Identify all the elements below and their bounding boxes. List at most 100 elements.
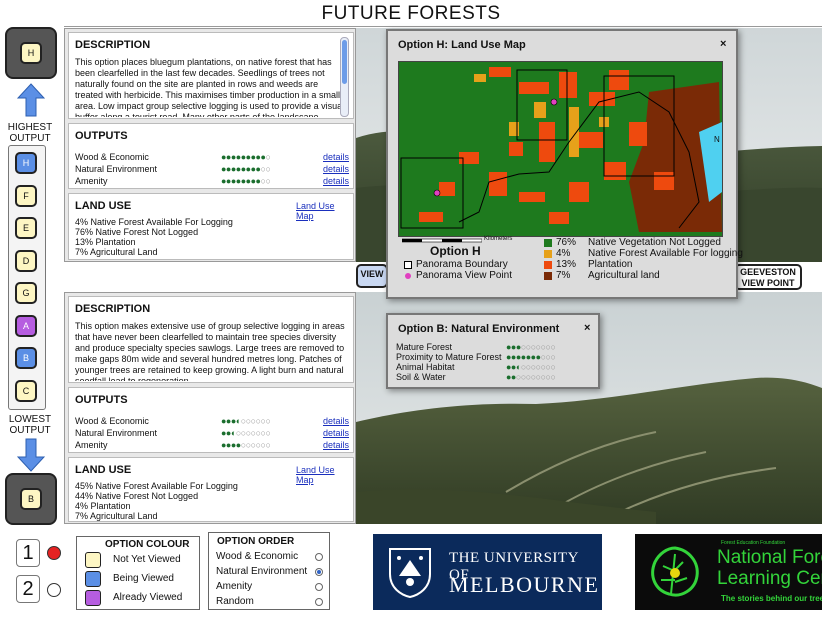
legend-swatch	[544, 271, 552, 280]
option-b-button[interactable]: B	[15, 347, 37, 369]
outputs-card: OUTPUTS Wood & Economic ●●●◐○○○○○○ details…	[68, 387, 354, 453]
score-dots: ●●◐○○○○○○○	[221, 428, 271, 438]
output-label: Wood & Economic	[75, 416, 149, 426]
land-use-line: 4% Native Forest Available For Logging	[75, 217, 233, 227]
map-option-label: Option H	[430, 244, 481, 258]
land-use-line: 76% Native Forest Not Logged	[75, 227, 199, 237]
order-radio[interactable]	[315, 583, 323, 591]
scale-label: Kilometers	[484, 236, 513, 242]
option-e-button[interactable]: E	[15, 217, 37, 239]
colour-key-label: Being Viewed	[113, 573, 174, 584]
legend-label: Agricultural land	[588, 270, 660, 281]
outputs-heading: OUTPUTS	[75, 394, 128, 406]
score-dots: ●●●●●●●●○○	[221, 164, 271, 174]
option-order-box: OPTION ORDER Wood & Economic Natural Envi…	[208, 532, 330, 610]
option-d-button[interactable]: D	[15, 249, 37, 272]
logo-tagline: The stories behind our trees	[721, 594, 822, 603]
scroll-thumb[interactable]	[342, 40, 347, 84]
description-card: DESCRIPTION This option makes extensive …	[68, 296, 354, 383]
land-use-line: 44% Native Forest Not Logged	[75, 491, 199, 501]
colour-key-swatch	[85, 590, 101, 606]
land-use-map-image	[399, 62, 722, 236]
view-point-button-left[interactable]: VIEW	[356, 264, 388, 288]
app-title: FUTURE FORESTS	[321, 3, 501, 24]
empty-dot-icon	[47, 583, 61, 597]
details-link[interactable]: details	[323, 416, 349, 426]
colour-key-swatch	[85, 571, 101, 587]
logo-line: MELBOURNE	[449, 572, 600, 597]
description-heading: DESCRIPTION	[75, 39, 151, 51]
option-order-heading: OPTION ORDER	[217, 536, 295, 547]
boundary-swatch	[404, 260, 412, 269]
legend-label: Plantation	[588, 259, 633, 270]
option-a-button[interactable]: A	[15, 314, 37, 337]
output-label: Natural Environment	[75, 428, 158, 438]
highest-output-label: HIGHEST OUTPUT	[7, 122, 53, 144]
details-link[interactable]: details	[323, 176, 349, 186]
order-radio[interactable]	[315, 598, 323, 606]
land-use-map-link[interactable]: Land Use Map	[296, 465, 353, 485]
legend-label: Native Vegetation Not Logged	[588, 237, 721, 248]
bottom-option-badge: B	[20, 488, 42, 510]
legend-swatch	[544, 249, 552, 258]
bottom-option-slot[interactable]: B	[5, 473, 57, 525]
red-dot-icon	[47, 546, 61, 560]
option-c-button[interactable]: C	[15, 379, 37, 402]
details-link[interactable]: details	[323, 152, 349, 162]
details-link[interactable]: details	[323, 428, 349, 438]
score-dots: ●●●●●●●●●○	[221, 152, 271, 162]
output-label: Amenity	[75, 176, 108, 186]
close-icon[interactable]: ×	[584, 322, 590, 334]
order-option-label: Natural Environment	[216, 566, 308, 577]
legend-pct: 4%	[556, 248, 571, 259]
legend-pct: 13%	[556, 259, 577, 270]
legend-pct: 7%	[556, 270, 571, 281]
order-option-label: Wood & Economic	[216, 551, 299, 562]
land-use-line: 13% Plantation	[75, 237, 136, 247]
land-use-map-link[interactable]: Land Use Map	[296, 201, 353, 221]
natural-environment-popup[interactable]: Option B: Natural Environment × Mature F…	[386, 313, 600, 389]
details-link[interactable]: details	[323, 440, 349, 450]
option-g-button[interactable]: G	[15, 282, 37, 304]
output-label: Natural Environment	[75, 164, 158, 174]
legend-not-logged: 76% Native Vegetation Not Logged	[544, 237, 721, 248]
legend-view-point: Panorama View Point	[404, 270, 512, 281]
option-f-button[interactable]: F	[15, 184, 37, 207]
option-colour-heading: OPTION COLOUR	[105, 539, 190, 550]
option-list: HFEDGABC	[8, 145, 46, 410]
arrow-down-icon	[17, 438, 45, 472]
legend-plantation: 13% Plantation	[544, 259, 632, 270]
top-option-slot[interactable]: H	[5, 27, 57, 79]
order-radio[interactable]	[315, 553, 323, 561]
arrow-up-icon	[17, 83, 45, 117]
popup-title: Option B: Natural Environment	[398, 323, 560, 335]
description-text: This option places bluegum plantations, …	[75, 57, 345, 117]
order-radio[interactable]	[315, 568, 323, 576]
view-two-indicator[interactable]: 2	[16, 575, 40, 603]
legend-swatch	[544, 260, 552, 269]
logo-line: Learning Cen	[717, 568, 822, 589]
output-label: Wood & Economic	[75, 152, 149, 162]
fern-logo-icon	[651, 546, 699, 597]
legend-label: Native Forest Available For logging	[588, 248, 743, 259]
outputs-card: OUTPUTS Wood & Economic ●●●●●●●●●○ details…	[68, 123, 354, 189]
option-h-button[interactable]: H	[15, 152, 37, 174]
title-divider	[64, 26, 822, 27]
crest-icon	[389, 548, 431, 598]
env-row-label: Mature Forest	[396, 342, 453, 352]
env-row-label: Proximity to Mature Forest	[396, 352, 502, 362]
land-use-map[interactable]: N	[398, 61, 723, 237]
national-forest-learning-centre-logo: Forest Education Foundation National For…	[635, 534, 822, 610]
view-one-indicator[interactable]: 1	[16, 539, 40, 567]
north-arrow-icon: N	[714, 135, 720, 144]
score-dots: ●●○○○○○○○○	[506, 372, 556, 382]
legend-available-logging: 4% Native Forest Available For logging	[544, 248, 743, 259]
description-scrollbar[interactable]	[340, 37, 349, 117]
legend-pct: 76%	[556, 237, 577, 248]
geeveston-view-point-button[interactable]: GEEVESTON VIEW POINT	[734, 264, 802, 290]
details-link[interactable]: details	[323, 164, 349, 174]
popup-title: Option H: Land Use Map	[398, 39, 526, 51]
land-use-map-popup[interactable]: Option H: Land Use Map × N Kilometers Op…	[386, 29, 743, 299]
university-of-melbourne-logo: THE UNIVERSITY OF MELBOURNE	[373, 534, 602, 610]
close-icon[interactable]: ×	[720, 38, 726, 50]
